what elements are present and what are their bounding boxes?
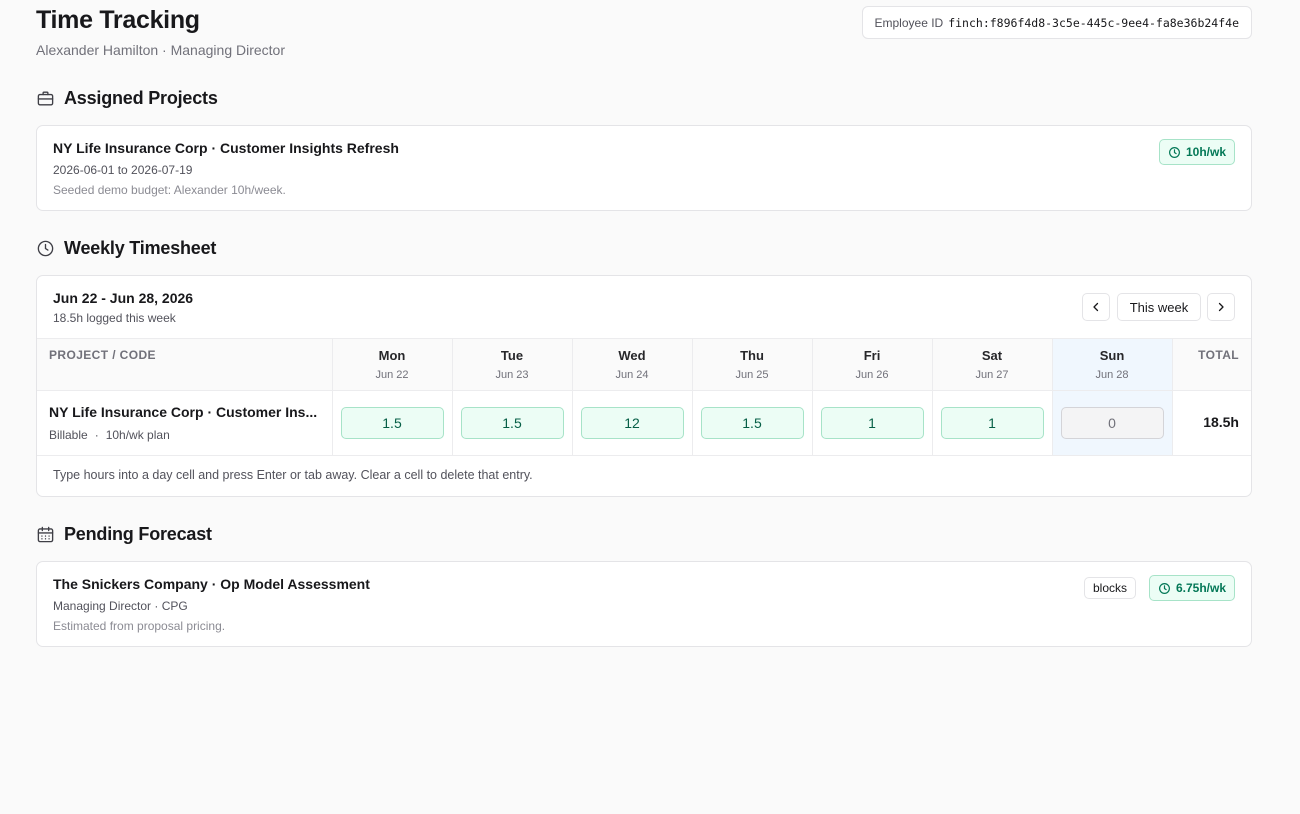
timesheet-project-cell: NY Life Insurance Corp · Customer Ins...… [37, 390, 332, 456]
assigned-budget-value: 10h/wk [1185, 145, 1226, 159]
hours-input-sun[interactable] [1060, 407, 1164, 440]
calendar-icon [37, 526, 54, 543]
day-header-sun: Sun Jun 28 [1051, 338, 1172, 391]
row-total-cell: 18.5h [1171, 390, 1251, 456]
prev-week-button[interactable] [1082, 293, 1110, 321]
page-title: Time Tracking [36, 6, 200, 34]
day-cell-sun [1051, 390, 1172, 456]
timesheet-project-title: NY Life Insurance Corp · Customer Ins... [49, 404, 318, 421]
total-column-header: TOTAL [1171, 338, 1251, 391]
day-cell-thu [691, 390, 812, 456]
next-week-button[interactable] [1207, 293, 1235, 321]
day-cell-wed [571, 390, 692, 456]
forecast-project-card: The Snickers Company · Op Model Assessme… [36, 561, 1252, 647]
timesheet-grid: PROJECT / CODE Mon Jun 22 Tue Jun 23 Wed Ju… [37, 338, 1251, 456]
table-row: NY Life Insurance Corp · Customer Ins...… [37, 390, 1251, 456]
timesheet-footer-divider [37, 455, 1251, 456]
forecast-hours-badge: 6.75h/wk [1148, 575, 1235, 601]
assigned-project-dates: 2026-06-01 to 2026-07-19 [53, 163, 193, 177]
hours-input-wed[interactable] [580, 407, 684, 440]
day-cell-tue [451, 390, 572, 456]
forecast-tag-badge: blocks [1083, 577, 1136, 599]
forecast-project-role: Managing Director · CPG [53, 599, 188, 613]
timesheet-card: Jun 22 - Jun 28, 2026 18.5h logged this … [36, 275, 1252, 497]
timesheet-header-row: PROJECT / CODE Mon Jun 22 Tue Jun 23 Wed Ju… [37, 338, 1251, 391]
timesheet-hint: Type hours into a day cell and press Ent… [53, 468, 533, 482]
this-week-button[interactable]: This week [1117, 293, 1201, 321]
meta-separator: · [94, 428, 99, 443]
pending-forecast-title: Pending Forecast [64, 524, 212, 544]
row-total-value: 18.5h [1203, 414, 1239, 431]
hours-input-tue[interactable] [460, 407, 564, 440]
weekly-timesheet-heading: Weekly Timesheet [36, 238, 216, 259]
forecast-hours-value: 6.75h/wk [1175, 581, 1226, 595]
week-logged-hours: 18.5h logged this week [53, 311, 176, 325]
clock-icon [1158, 582, 1170, 594]
chevron-right-icon [1218, 302, 1224, 312]
clock-icon [37, 240, 54, 257]
day-header-tue: Tue Jun 23 [451, 338, 572, 391]
day-cell-fri [811, 390, 932, 456]
day-header-thu: Thu Jun 25 [691, 338, 812, 391]
hours-input-mon[interactable] [340, 407, 444, 440]
day-cell-mon [331, 390, 452, 456]
timesheet-project-meta: Billable · 10h/wk plan [49, 428, 332, 442]
assigned-projects-title: Assigned Projects [64, 88, 218, 108]
day-header-fri: Fri Jun 26 [811, 338, 932, 391]
assigned-project-note: Seeded demo budget: Alexander 10h/week. [53, 183, 286, 197]
pending-forecast-heading: Pending Forecast [36, 524, 212, 545]
page-subtitle: Alexander Hamilton · Managing Director [36, 42, 285, 58]
assigned-project-title: NY Life Insurance Corp · Customer Insigh… [53, 140, 399, 156]
chevron-left-icon [1093, 302, 1099, 312]
plan-label: 10h/wk plan [105, 428, 170, 443]
project-column-header: PROJECT / CODE [37, 338, 332, 391]
billable-label: Billable [49, 428, 88, 443]
briefcase-icon [37, 91, 54, 106]
employee-id-badge: Employee ID finch:f896f4d8-3c5e-445c-9ee… [861, 6, 1252, 39]
hours-input-thu[interactable] [700, 407, 804, 440]
day-cell-sat [931, 390, 1052, 456]
forecast-project-title: The Snickers Company · Op Model Assessme… [53, 576, 370, 592]
hours-input-fri[interactable] [820, 407, 924, 440]
clock-icon [1168, 146, 1180, 158]
week-range: Jun 22 - Jun 28, 2026 [53, 290, 194, 306]
assigned-budget-badge: 10h/wk [1158, 139, 1235, 165]
hours-input-sat[interactable] [940, 407, 1044, 440]
assigned-projects-heading: Assigned Projects [36, 88, 218, 109]
day-header-mon: Mon Jun 22 [331, 338, 452, 391]
day-header-sat: Sat Jun 27 [931, 338, 1052, 391]
weekly-timesheet-title: Weekly Timesheet [64, 238, 217, 258]
assigned-project-card: NY Life Insurance Corp · Customer Insigh… [36, 125, 1252, 211]
employee-id-label: Employee ID [874, 15, 944, 30]
employee-id-value: finch:f896f4d8-3c5e-445c-9ee4-fa8e36b24f… [948, 15, 1239, 30]
forecast-project-note: Estimated from proposal pricing. [53, 619, 226, 633]
day-header-wed: Wed Jun 24 [571, 338, 692, 391]
